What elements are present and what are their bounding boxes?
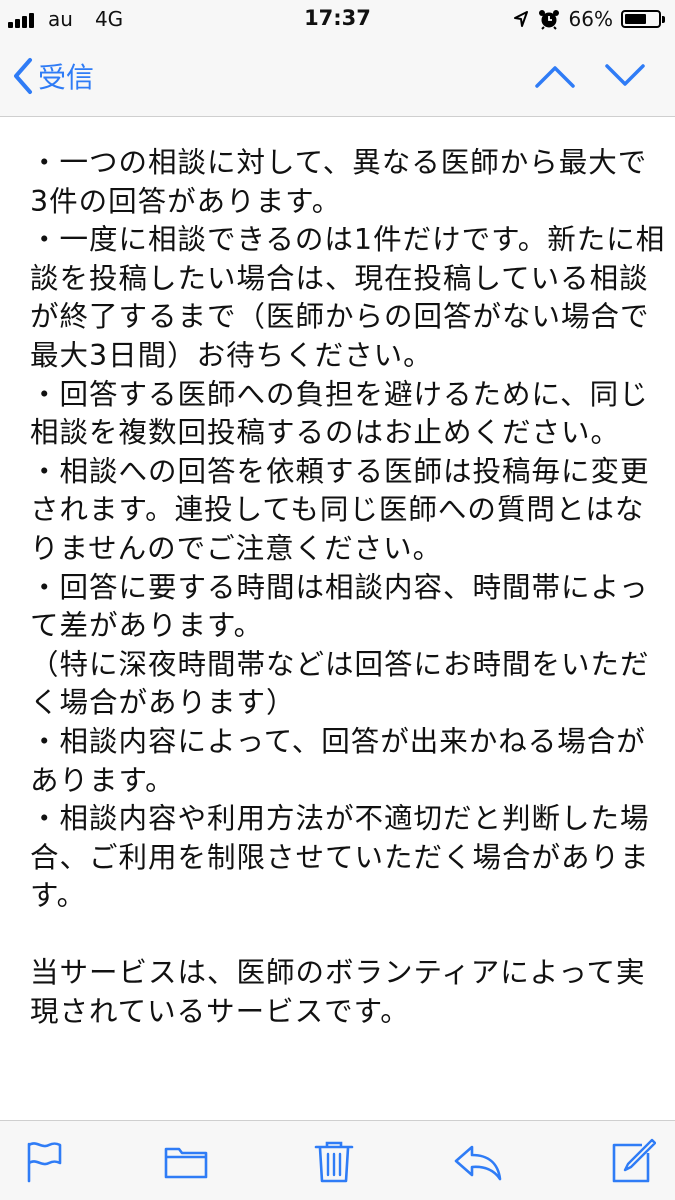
message-line: ・一度に相談できるのは1件だけです。新たに相 [30, 223, 666, 257]
message-line: あります。 [30, 763, 175, 797]
message-line: ・相談内容や利用方法が不適切だと判断した場 [30, 802, 650, 836]
previous-message-button[interactable] [534, 56, 576, 96]
flag-button[interactable] [20, 1137, 68, 1185]
message-line: されます。連投しても同じ医師への質問とはな [30, 493, 645, 527]
bottom-toolbar [0, 1120, 675, 1200]
move-to-folder-button[interactable] [162, 1137, 210, 1185]
message-line: ・相談への回答を依頼する医師は投稿毎に変更 [30, 454, 650, 488]
message-line: く場合があります） [30, 686, 296, 720]
trash-button[interactable] [310, 1137, 358, 1185]
battery-percent: 66% [568, 7, 613, 31]
next-message-button[interactable] [604, 56, 646, 96]
battery-level-fill [625, 14, 646, 24]
message-line: 3件の回答があります。 [30, 184, 342, 218]
message-line: ・回答に要する時間は相談内容、時間帯によっ [30, 570, 649, 604]
battery-cap [662, 15, 665, 23]
message-line: ・回答する医師への負担を避けるために、同じ [30, 377, 649, 411]
message-line: 談を投稿したい場合は、現在投稿している相談 [30, 261, 649, 295]
battery-icon [621, 10, 661, 28]
status-bar: au 4G 17:37 66% [0, 0, 675, 40]
flag-icon [27, 1142, 62, 1183]
message-line: 当サービスは、医師のボランティアによって実 [30, 956, 646, 990]
back-to-inbox-button[interactable]: 受信 [12, 54, 94, 98]
message-line: 相談を複数回投稿するのはお止めください。 [30, 416, 621, 450]
message-line: 最大3日間）お待ちください。 [30, 338, 433, 372]
compose-button[interactable] [608, 1137, 656, 1185]
chevron-down-icon [605, 64, 645, 86]
message-line [30, 916, 652, 955]
message-line: が終了するまで（医師からの回答がない場合で [30, 300, 650, 334]
compose-icon [612, 1138, 656, 1183]
message-body[interactable]: ・一つの相談に対して、異なる医師から最大で 3件の回答があります。・一度に相談でき… [0, 117, 675, 1120]
location-arrow-icon [513, 11, 528, 27]
message-line: 現されているサービスです。 [30, 995, 410, 1029]
folder-icon [164, 1147, 208, 1179]
reply-button[interactable] [452, 1137, 502, 1185]
reply-icon [454, 1145, 502, 1181]
navigation-bar: 受信 [0, 40, 675, 117]
trash-icon [314, 1141, 354, 1183]
chevron-up-icon [535, 66, 575, 88]
message-line: 合、ご利用を制限させていただく場合がありま [30, 840, 650, 874]
status-right: 66% [513, 7, 665, 31]
message-line: ・一つの相談に対して、異なる医師から最大で [30, 146, 648, 179]
message-line: ・相談内容によって、回答が出来かねる場合が [30, 724, 646, 758]
message-line: （特に深夜時間帯などは回答にお時間をいただ [30, 647, 650, 681]
chevron-left-icon [14, 58, 32, 94]
alarm-clock-icon [538, 10, 559, 30]
back-label: 受信 [38, 61, 95, 94]
message-line: て差があります。 [30, 609, 264, 643]
message-line: りませんのでご注意ください。 [30, 531, 443, 565]
message-line: す。 [30, 879, 87, 913]
message-text: ・一つの相談に対して、異なる医師から最大で 3件の回答があります。・一度に相談でき… [30, 144, 666, 1032]
